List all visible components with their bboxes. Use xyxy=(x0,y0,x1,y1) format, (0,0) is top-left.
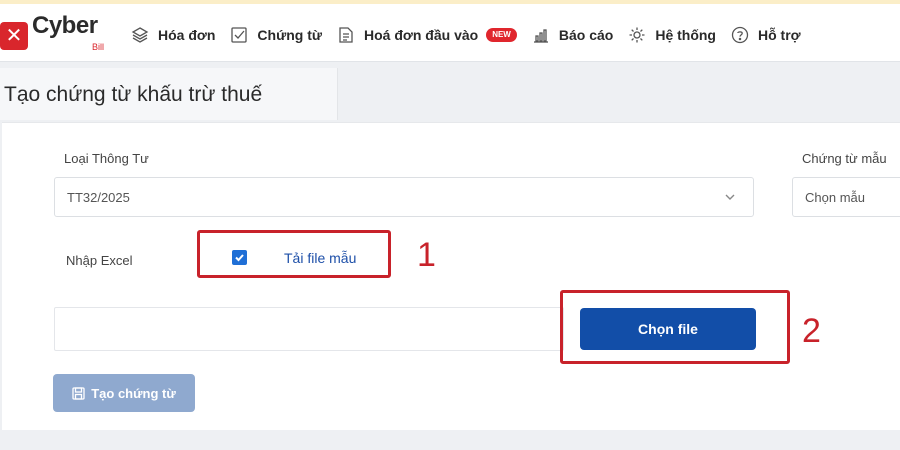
nav-label: Chứng từ xyxy=(257,27,322,43)
help-icon xyxy=(730,25,750,45)
circular-type-value: TT32/2025 xyxy=(67,190,130,205)
annotation-number-step-2: 2 xyxy=(802,312,821,350)
document-icon xyxy=(336,25,356,45)
excel-import-label: Nhập Excel xyxy=(66,253,133,268)
gear-icon xyxy=(627,25,647,45)
nav-label: Hệ thống xyxy=(655,27,716,43)
nav-item-input-invoices[interactable]: Hoá đơn đầu vào NEW xyxy=(336,25,517,45)
annotation-box-step-1 xyxy=(197,230,391,278)
nav-item-vouchers[interactable]: Chứng từ xyxy=(229,25,322,45)
annotation-box-step-2 xyxy=(560,290,790,364)
nav-label: Hỗ trợ xyxy=(757,27,801,43)
nav-label: Hóa đơn xyxy=(158,27,216,43)
chart-icon xyxy=(531,25,551,45)
file-path-input[interactable] xyxy=(54,307,564,351)
main-menu: Hóa đơn Chứng từ Hoá đơn đầu vào NEW Báo… xyxy=(130,20,815,50)
new-badge: NEW xyxy=(486,28,517,42)
app-logo[interactable]: ✕ Cyber Bill xyxy=(0,8,120,56)
top-accent-strip xyxy=(0,0,900,4)
circular-type-label: Loại Thông Tư xyxy=(64,151,149,166)
top-navigation-bar: ✕ Cyber Bill Hóa đơn Chứng từ Hoá đơn đầ… xyxy=(0,0,900,62)
brand-sub: Bill xyxy=(92,42,105,52)
layers-icon xyxy=(130,25,150,45)
brand-name: Cyber xyxy=(32,12,98,39)
nav-label: Hoá đơn đầu vào xyxy=(364,27,479,43)
page-title: Tạo chứng từ khấu trừ thuế xyxy=(4,83,263,106)
voucher-form-card: Loại Thông Tư TT32/2025 Chứng từ mẫu Chọ… xyxy=(2,122,900,430)
checklist-icon xyxy=(229,25,249,45)
chevron-down-icon xyxy=(723,190,737,204)
nav-item-support[interactable]: Hỗ trợ xyxy=(730,25,801,45)
annotation-number-step-1: 1 xyxy=(417,236,436,274)
page-title-bar: Tạo chứng từ khấu trừ thuế xyxy=(0,68,338,120)
template-select[interactable]: Chọn mẫu xyxy=(792,177,900,217)
nav-label: Báo cáo xyxy=(558,27,614,43)
template-label: Chứng từ mẫu xyxy=(802,151,887,166)
nav-item-system[interactable]: Hệ thống xyxy=(627,25,716,45)
template-value: Chọn mẫu xyxy=(805,190,865,205)
circular-type-select[interactable]: TT32/2025 xyxy=(54,177,754,217)
save-icon xyxy=(72,386,85,400)
cyber-logo-icon: ✕ xyxy=(0,22,28,50)
create-voucher-button[interactable]: Tạo chứng từ xyxy=(53,374,195,412)
nav-item-reports[interactable]: Báo cáo xyxy=(531,25,613,45)
nav-item-invoices[interactable]: Hóa đơn xyxy=(130,25,215,45)
create-voucher-label: Tạo chứng từ xyxy=(91,385,176,401)
